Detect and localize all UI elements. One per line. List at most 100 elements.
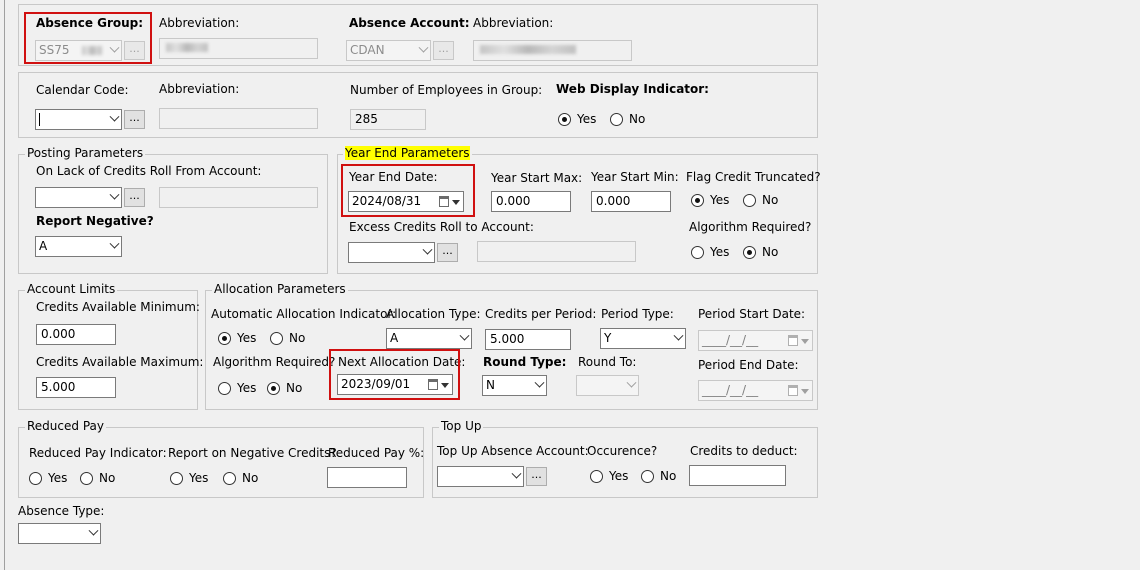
reduced-pay-percent-label: Reduced Pay %: xyxy=(328,446,425,460)
web-display-label: Web Display Indicator: xyxy=(556,82,709,96)
reduced-pay-no-radio[interactable] xyxy=(80,472,93,485)
calendar-code-combo[interactable] xyxy=(35,109,122,130)
calendar-abbreviation-field xyxy=(159,108,318,129)
round-type-combo[interactable]: N xyxy=(482,375,547,396)
abbreviation-label-2: Abbreviation: xyxy=(473,16,554,30)
report-negative-label: Report Negative? xyxy=(36,214,154,228)
absence-group-abbreviation-field xyxy=(159,38,318,59)
web-display-yes-radio[interactable] xyxy=(558,113,571,126)
chevron-down-icon xyxy=(88,525,99,536)
credits-max-field[interactable]: 5.000 xyxy=(36,377,116,398)
reduced-pay-no-label: No xyxy=(99,471,116,485)
chevron-down-icon xyxy=(418,42,429,53)
num-employees-label: Number of Employees in Group: xyxy=(350,83,543,97)
num-employees-field: 285 xyxy=(350,109,426,130)
chevron-down-icon xyxy=(626,377,637,388)
flag-credit-no-label: No xyxy=(762,193,779,207)
credits-min-field[interactable]: 0.000 xyxy=(36,324,116,345)
credits-min-label: Credits Available Minimum: xyxy=(36,300,200,314)
redacted-value xyxy=(166,43,208,52)
year-start-min-field[interactable]: 0.000 xyxy=(591,191,671,212)
chevron-down-icon xyxy=(422,244,433,255)
period-end-date-label: Period End Date: xyxy=(698,358,799,372)
year-end-parameters-legend: Year End Parameters xyxy=(343,146,472,160)
report-negative-credits-label: Report on Negative Credits? xyxy=(168,446,337,460)
flag-credit-no-radio[interactable] xyxy=(743,194,756,207)
chevron-down-icon xyxy=(673,330,684,341)
lack-credits-combo[interactable] xyxy=(35,187,122,208)
auto-allocation-no-radio[interactable] xyxy=(270,332,283,345)
web-display-no-radio[interactable] xyxy=(610,113,623,126)
absence-account-combo[interactable]: CDAN xyxy=(346,40,431,61)
excess-credits-lookup-button[interactable]: ... xyxy=(437,243,458,262)
top-up-account-combo[interactable] xyxy=(437,466,524,487)
excess-credits-combo[interactable] xyxy=(348,242,435,263)
reduced-pay-percent-field[interactable] xyxy=(327,467,407,488)
year-end-algorithm-no-radio[interactable] xyxy=(743,246,756,259)
allocation-type-combo[interactable]: A xyxy=(386,328,472,349)
year-end-algorithm-no-label: No xyxy=(762,245,779,259)
absence-account-abbreviation-field xyxy=(473,40,632,61)
absence-account-lookup-button[interactable]: ... xyxy=(433,41,454,60)
round-to-combo[interactable] xyxy=(576,375,639,396)
calendar-code-lookup-button[interactable]: ... xyxy=(124,110,145,129)
window-left-border xyxy=(4,0,5,570)
round-to-label: Round To: xyxy=(578,355,637,369)
auto-allocation-yes-radio[interactable] xyxy=(218,332,231,345)
occurence-no-label: No xyxy=(660,469,677,483)
reduced-pay-yes-label: Yes xyxy=(48,471,68,485)
report-negative-credits-yes-label: Yes xyxy=(189,471,209,485)
absence-type-label: Absence Type: xyxy=(18,504,105,518)
allocation-algorithm-yes-radio[interactable] xyxy=(218,382,231,395)
chevron-down-icon xyxy=(511,468,522,479)
allocation-parameters-legend: Allocation Parameters xyxy=(212,282,348,296)
top-up-group xyxy=(432,427,818,498)
occurence-label: Occurence? xyxy=(587,444,658,458)
top-up-account-lookup-button[interactable]: ... xyxy=(526,467,547,486)
excess-credits-abbreviation-field xyxy=(477,241,636,262)
redacted-value xyxy=(480,45,576,54)
credits-max-label: Credits Available Maximum: xyxy=(36,355,204,369)
reduced-pay-yes-radio[interactable] xyxy=(29,472,42,485)
auto-allocation-no-label: No xyxy=(289,331,306,345)
flag-credit-yes-radio[interactable] xyxy=(691,194,704,207)
year-end-algorithm-yes-label: Yes xyxy=(710,245,730,259)
year-end-algorithm-yes-radio[interactable] xyxy=(691,246,704,259)
account-limits-legend: Account Limits xyxy=(25,282,118,296)
credits-to-deduct-field[interactable] xyxy=(689,465,786,486)
year-start-max-label: Year Start Max: xyxy=(491,171,583,185)
report-negative-credits-no-radio[interactable] xyxy=(223,472,236,485)
web-display-no-label: No xyxy=(629,112,646,126)
period-end-date-picker[interactable]: ____/__/__ xyxy=(698,380,813,401)
reduced-pay-indicator-label: Reduced Pay Indicator: xyxy=(29,446,167,460)
lack-credits-lookup-button[interactable]: ... xyxy=(124,188,145,207)
credits-per-period-field[interactable]: 5.000 xyxy=(485,329,571,350)
auto-allocation-label: Automatic Allocation Indicator: xyxy=(211,307,397,321)
report-negative-credits-yes-radio[interactable] xyxy=(170,472,183,485)
web-display-yes-label: Yes xyxy=(577,112,597,126)
flag-credit-truncated-label: Flag Credit Truncated? xyxy=(686,170,821,184)
allocation-algorithm-no-radio[interactable] xyxy=(267,382,280,395)
occurence-no-radio[interactable] xyxy=(641,470,654,483)
period-start-date-label: Period Start Date: xyxy=(698,307,806,321)
period-type-combo[interactable]: Y xyxy=(600,328,686,349)
text-cursor xyxy=(39,113,40,126)
calendar-code-label: Calendar Code: xyxy=(36,83,129,97)
annotation-box xyxy=(24,12,152,64)
absence-type-combo[interactable] xyxy=(18,523,101,544)
round-type-label: Round Type: xyxy=(483,355,567,369)
chevron-down-icon xyxy=(109,111,120,122)
occurence-yes-label: Yes xyxy=(609,469,629,483)
report-negative-combo[interactable]: A xyxy=(35,236,122,257)
allocation-algorithm-label: Algorithm Required? xyxy=(213,355,336,369)
allocation-type-label: Allocation Type: xyxy=(386,307,481,321)
occurence-yes-radio[interactable] xyxy=(590,470,603,483)
calendar-icon xyxy=(788,335,798,346)
reduced-pay-legend: Reduced Pay xyxy=(25,419,106,433)
posting-parameters-legend: Posting Parameters xyxy=(25,146,146,160)
flag-credit-yes-label: Yes xyxy=(710,193,730,207)
chevron-down-icon xyxy=(109,189,120,200)
period-start-date-picker[interactable]: ____/__/__ xyxy=(698,330,813,351)
chevron-down-icon xyxy=(459,330,470,341)
year-start-max-field[interactable]: 0.000 xyxy=(491,191,571,212)
